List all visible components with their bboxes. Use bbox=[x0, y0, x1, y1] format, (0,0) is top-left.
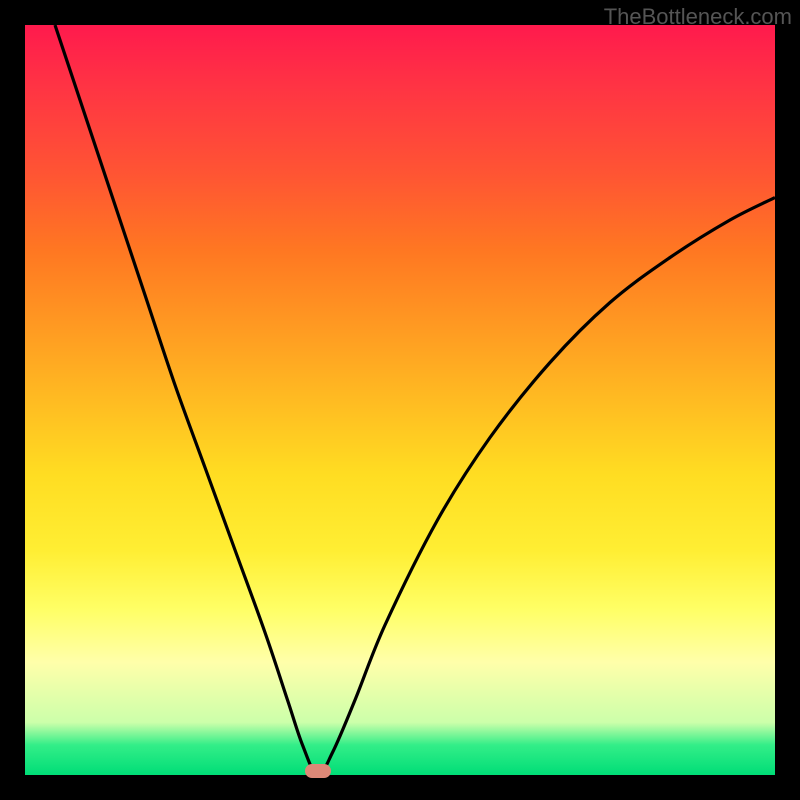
watermark-text: TheBottleneck.com bbox=[604, 4, 792, 30]
chart-container: TheBottleneck.com bbox=[0, 0, 800, 800]
bottleneck-curve-line bbox=[55, 25, 775, 775]
optimum-marker bbox=[305, 764, 331, 778]
plot-area bbox=[25, 25, 775, 775]
curve-svg bbox=[25, 25, 775, 775]
